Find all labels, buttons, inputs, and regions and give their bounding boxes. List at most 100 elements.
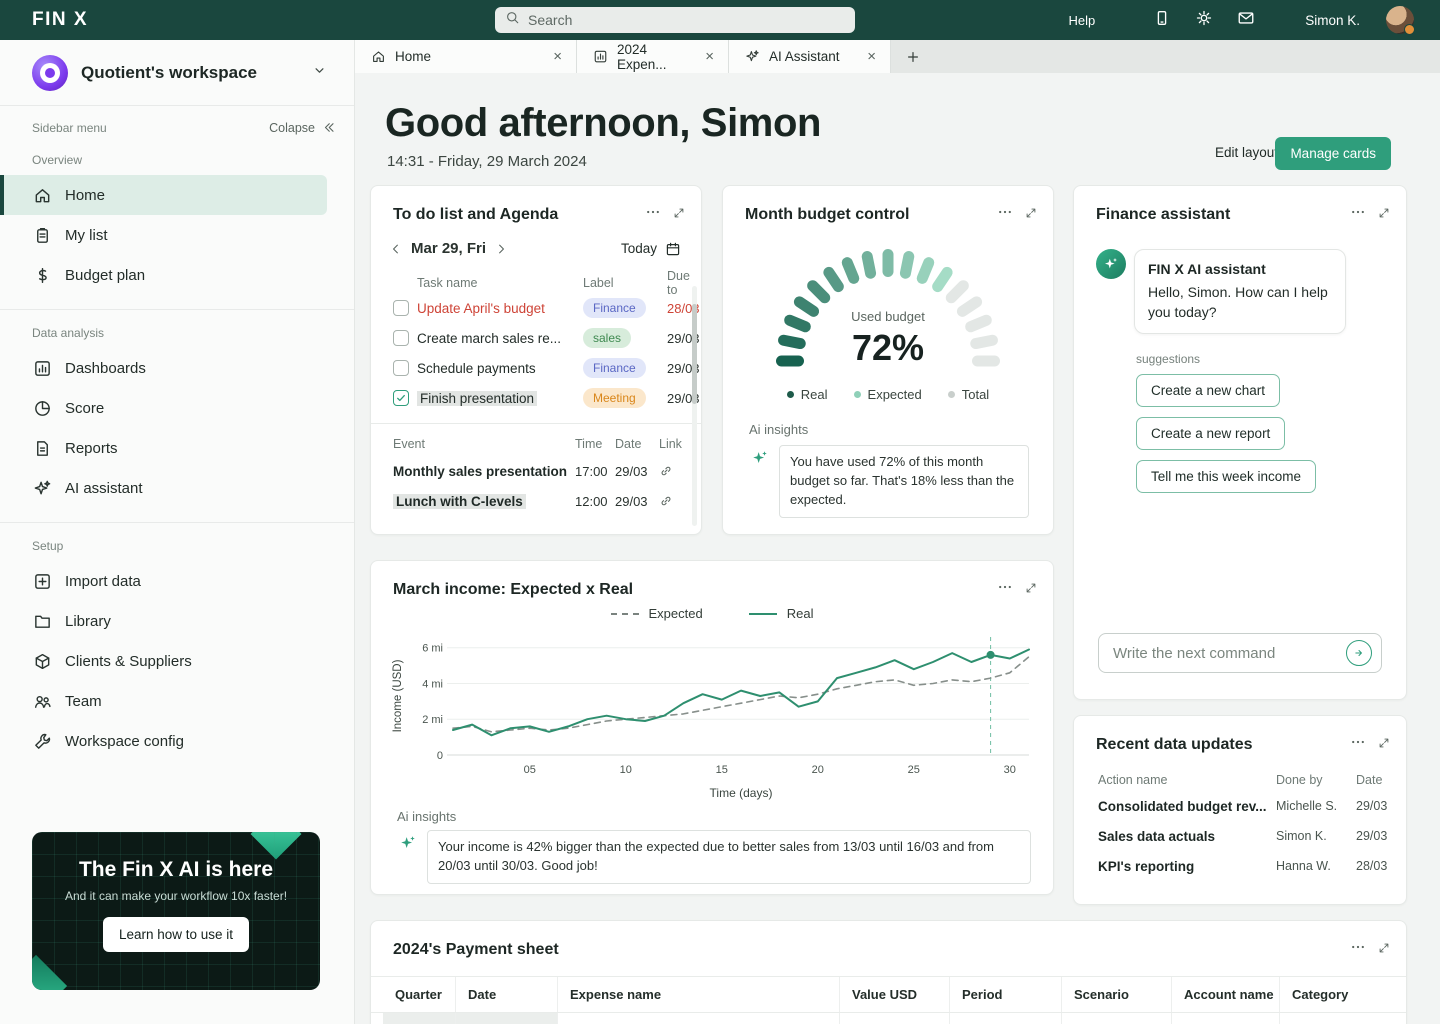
task-checkbox[interactable] — [393, 330, 409, 346]
scrollbar[interactable] — [692, 286, 697, 526]
link-icon[interactable] — [659, 464, 689, 478]
close-icon[interactable]: × — [551, 49, 564, 64]
more-options-icon[interactable] — [1350, 204, 1366, 225]
column-header[interactable]: Account name — [1171, 977, 1279, 1012]
column-header[interactable]: Value USD — [839, 977, 949, 1012]
link-icon[interactable] — [659, 494, 689, 508]
expand-icon[interactable] — [1025, 581, 1037, 599]
svg-text:4 mi: 4 mi — [422, 678, 443, 690]
more-options-icon[interactable] — [1350, 939, 1366, 960]
task-name[interactable]: Update April's budget — [417, 301, 577, 316]
column-header: Date — [1356, 773, 1383, 787]
svg-text:05: 05 — [524, 764, 536, 776]
table-row[interactable]: KPI's reporting Hanna W. 28/03 — [1074, 851, 1406, 881]
sidebar: Quotient's workspace Sidebar menu Colaps… — [0, 40, 355, 1024]
tab-ai-assistant[interactable]: AI Assistant × — [729, 40, 891, 73]
mail-icon[interactable] — [1237, 9, 1255, 32]
tab-2024-expenses[interactable]: 2024 Expen... × — [577, 40, 729, 73]
sidebar-item-library[interactable]: Library — [0, 601, 354, 641]
task-name[interactable]: Schedule payments — [417, 361, 577, 376]
new-tab-button[interactable] — [891, 40, 935, 73]
table-row[interactable]: Sales data actuals Simon K. 29/03 — [1074, 821, 1406, 851]
update-action: KPI's reporting — [1098, 858, 1195, 874]
sidebar-item-budget-plan[interactable]: Budget plan — [0, 255, 354, 295]
column-header[interactable]: Expense name — [557, 977, 839, 1012]
column-header[interactable]: Period — [949, 977, 1061, 1012]
tab-home[interactable]: Home × — [355, 40, 577, 73]
chevron-down-icon[interactable] — [311, 62, 328, 84]
more-options-icon[interactable] — [645, 204, 661, 225]
event-name[interactable]: Lunch with C-levels — [393, 493, 571, 509]
sidebar-item-dashboards[interactable]: Dashboards — [0, 348, 354, 388]
payment-sheet-card: 2024's Payment sheet Quarter Date Expens… — [370, 920, 1407, 1024]
sidebar-item-score[interactable]: Score — [0, 388, 354, 428]
sidebar-item-reports[interactable]: Reports — [0, 428, 354, 468]
task-row: Update April's budget Finance 28/03 — [371, 293, 701, 323]
sidebar-item-ai-assistant[interactable]: AI assistant — [0, 468, 354, 508]
sparkle-icon — [33, 479, 52, 498]
sidebar-item-workspace-config[interactable]: Workspace config — [0, 721, 354, 761]
task-checkbox-checked[interactable] — [393, 390, 409, 406]
expand-icon[interactable] — [1378, 736, 1390, 754]
sidebar-section-data-analysis: Data analysis Dashboards Score Reports A… — [0, 309, 354, 508]
event-row: Lunch with C-levels 12:00 29/03 — [371, 486, 701, 516]
task-name[interactable]: Finish presentation — [417, 390, 577, 406]
today-control[interactable]: Today — [621, 241, 681, 257]
column-header[interactable]: Scenario — [1061, 977, 1171, 1012]
event-date: 29/03 — [615, 493, 648, 509]
settings-icon[interactable] — [1195, 9, 1213, 32]
search-input[interactable] — [528, 12, 828, 28]
prev-day-icon[interactable] — [389, 242, 403, 256]
more-options-icon[interactable] — [997, 204, 1013, 225]
bot-avatar — [1096, 249, 1126, 279]
close-icon[interactable]: × — [703, 49, 716, 64]
close-icon[interactable]: × — [865, 49, 878, 64]
send-icon[interactable] — [1346, 640, 1372, 666]
workspace-switcher[interactable]: Quotient's workspace — [0, 40, 354, 106]
suggestion-create-report[interactable]: Create a new report — [1136, 417, 1286, 451]
update-date: 28/03 — [1356, 859, 1388, 873]
user-avatar[interactable] — [1386, 6, 1415, 35]
sidebar-item-team[interactable]: Team — [0, 681, 354, 721]
edit-layout-button[interactable]: Edit layout — [1215, 145, 1278, 160]
collapse-button[interactable]: Colapse — [269, 120, 336, 135]
task-name[interactable]: Create march sales re... — [417, 331, 577, 346]
promo-button[interactable]: Learn how to use it — [102, 917, 250, 952]
user-name[interactable]: Simon K. — [1305, 13, 1360, 28]
card-title: Month budget control — [745, 205, 910, 223]
expand-icon[interactable] — [673, 206, 685, 224]
sidebar-item-home[interactable]: Home — [0, 175, 327, 215]
global-search[interactable] — [495, 7, 855, 33]
sparkle-icon — [745, 49, 760, 64]
column-header[interactable]: Date — [455, 977, 557, 1012]
ai-sparkle-icon — [399, 834, 417, 852]
import-icon — [33, 572, 52, 591]
command-input[interactable] — [1113, 644, 1346, 662]
gauge-value: 72% — [851, 327, 925, 368]
expand-icon[interactable] — [1378, 941, 1390, 959]
column-header[interactable]: Category — [1279, 977, 1406, 1012]
more-options-icon[interactable] — [1350, 734, 1366, 755]
column-header[interactable]: Quarter — [383, 977, 455, 1012]
suggestion-create-chart[interactable]: Create a new chart — [1136, 374, 1281, 408]
task-checkbox[interactable] — [393, 300, 409, 316]
event-name[interactable]: Monthly sales presentation — [393, 464, 571, 479]
more-options-icon[interactable] — [997, 579, 1013, 600]
expand-icon[interactable] — [1025, 206, 1037, 224]
task-checkbox[interactable] — [393, 360, 409, 376]
sidebar-section-overview: Overview Home My list Budget plan — [0, 139, 354, 295]
next-day-icon[interactable] — [494, 242, 508, 256]
expand-icon[interactable] — [1378, 206, 1390, 224]
suggestion-week-income[interactable]: Tell me this week income — [1136, 460, 1317, 494]
table-row[interactable]: Consolidated budget rev... Michelle S. 2… — [1074, 791, 1406, 821]
manage-cards-button[interactable]: Manage cards — [1275, 137, 1391, 170]
sidebar-item-clients-suppliers[interactable]: Clients & Suppliers — [0, 641, 354, 681]
sidebar-item-my-list[interactable]: My list — [0, 215, 354, 255]
svg-text:Time (days): Time (days) — [710, 786, 773, 800]
sidebar-item-import-data[interactable]: Import data — [0, 561, 354, 601]
help-link[interactable]: Help — [1068, 13, 1095, 28]
device-icon[interactable] — [1153, 9, 1171, 32]
dashboard-icon — [33, 359, 52, 378]
sidebar-item-label: Workspace config — [65, 732, 184, 750]
column-header: Label — [583, 276, 614, 290]
